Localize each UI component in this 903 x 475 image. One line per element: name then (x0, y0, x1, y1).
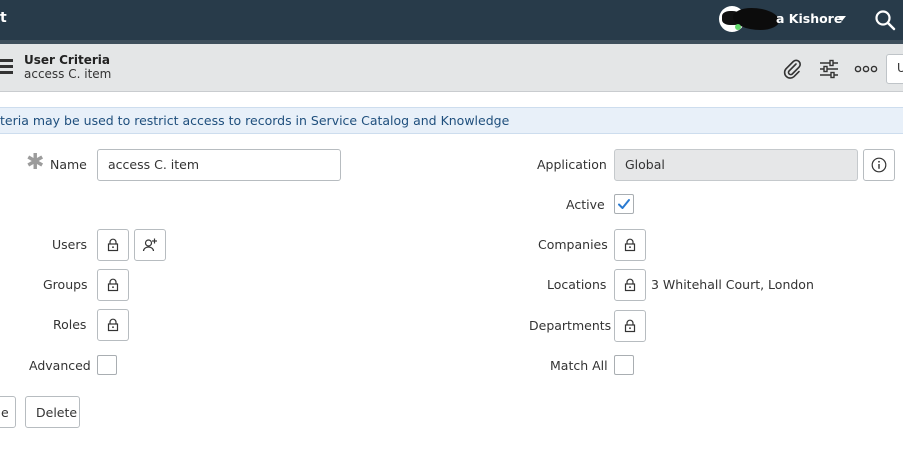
advanced-checkbox[interactable] (97, 355, 117, 375)
update-button[interactable]: U (886, 54, 903, 84)
active-checkbox[interactable] (614, 194, 634, 214)
locations-value: 3 Whitehall Court, London (651, 277, 814, 292)
active-label: Active (566, 197, 605, 212)
more-icon[interactable] (854, 57, 878, 81)
sliders-icon[interactable] (817, 57, 841, 81)
lock-icon (107, 278, 119, 292)
lock-icon (624, 319, 636, 333)
lock-icon (624, 278, 636, 292)
name-label: Name (50, 157, 87, 172)
users-label: Users (52, 237, 88, 252)
checkmark-icon (618, 199, 630, 209)
form-title: User Criteria (24, 53, 110, 67)
online-status-dot (735, 24, 741, 30)
brand-text[interactable]: t (0, 10, 7, 26)
name-field[interactable]: access C. item (97, 149, 341, 181)
lock-icon (107, 238, 119, 252)
search-icon[interactable] (874, 9, 896, 31)
delete-button[interactable]: Delete (25, 396, 80, 428)
update-bottom-button-label: e (1, 405, 9, 420)
match-all-label: Match All (550, 358, 608, 373)
lock-icon (107, 318, 119, 332)
roles-label: Roles (53, 317, 87, 332)
lock-icon (624, 238, 636, 252)
mandatory-indicator-icon: ✱ (26, 150, 45, 175)
update-bottom-button[interactable]: e (0, 396, 16, 428)
advanced-label: Advanced (29, 358, 91, 373)
chevron-down-icon[interactable] (838, 16, 846, 21)
user-name[interactable]: a Kishore (776, 11, 842, 26)
add-user-button[interactable] (134, 229, 166, 261)
groups-lock-button[interactable] (97, 269, 129, 301)
info-icon[interactable] (863, 149, 895, 181)
companies-label: Companies (538, 237, 608, 252)
users-lock-button[interactable] (97, 229, 129, 261)
companies-lock-button[interactable] (614, 229, 646, 261)
hamburger-icon[interactable] (0, 59, 13, 75)
locations-label: Locations (547, 277, 607, 292)
departments-lock-button[interactable] (614, 310, 646, 342)
paperclip-icon[interactable] (780, 57, 804, 81)
departments-label: Departments (529, 318, 612, 333)
info-banner: teria may be used to restrict access to … (0, 107, 903, 134)
locations-lock-button[interactable] (614, 269, 646, 301)
form-subtitle: access C. item (24, 67, 112, 81)
roles-lock-button[interactable] (97, 309, 129, 341)
application-field: Global (614, 149, 858, 181)
form-header: User Criteria access C. item U (0, 40, 903, 92)
application-label: Application (537, 157, 607, 172)
add-user-icon (142, 238, 157, 252)
top-header: t a Kishore (0, 0, 903, 40)
match-all-checkbox[interactable] (614, 355, 634, 375)
groups-label: Groups (43, 277, 88, 292)
